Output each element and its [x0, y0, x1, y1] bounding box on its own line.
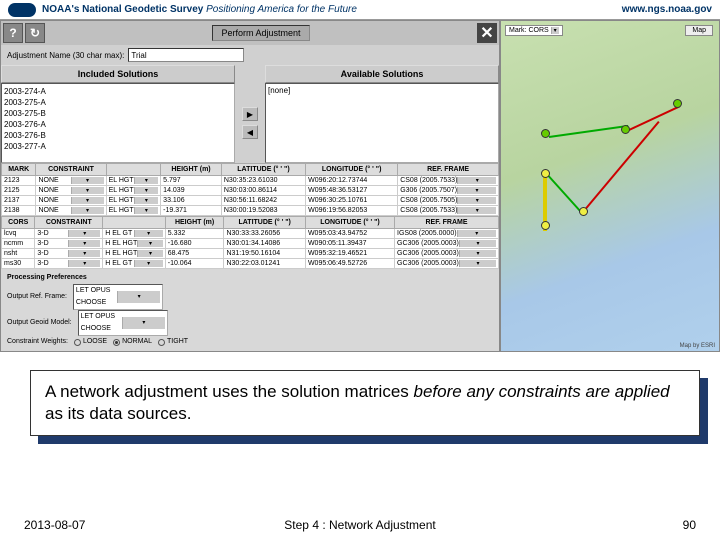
table-row: ncmm3-D▾H EL HGT▾-16.680N30:01:34.14086W… [2, 239, 499, 249]
perform-adjustment-button[interactable]: Perform Adjustment [212, 25, 309, 41]
map-mark-select[interactable]: Mark: CORS▾ [505, 25, 563, 36]
footer-page: 90 [683, 518, 696, 532]
map-marker-icon[interactable] [579, 207, 588, 216]
available-solutions-header: Available Solutions [265, 65, 499, 83]
map-canvas[interactable]: Map by ESRI [501, 21, 719, 351]
prefs-title: Processing Preferences [7, 272, 493, 284]
available-solutions-list[interactable]: [none] [265, 83, 499, 163]
table-row: nsht3-D▾H EL HGT▾68.475N31:19:50.16104W0… [2, 249, 499, 259]
processing-preferences: Processing Preferences Output Ref. Frame… [1, 269, 499, 351]
adj-name-input[interactable] [128, 48, 244, 62]
header-url: www.ngs.noaa.gov [622, 4, 712, 15]
weight-tight-radio[interactable]: TIGHT [158, 336, 188, 348]
output-frame-select[interactable]: LET OPUS CHOOSE▾ [73, 284, 163, 310]
map-marker-icon[interactable] [621, 125, 630, 134]
weight-normal-radio[interactable]: NORMAL [113, 336, 152, 348]
adj-name-label: Adjustment Name (30 char max): [7, 51, 124, 60]
map-marker-icon[interactable] [541, 129, 550, 138]
close-icon[interactable]: ✕ [477, 23, 497, 43]
footer-date: 2013-08-07 [24, 518, 85, 532]
included-solutions-list[interactable]: 2003-274-A 2003-275-A 2003-275-B 2003-27… [1, 83, 235, 163]
cors-table: CORSCONSTRAINTHEIGHT (m)LATITUDE (° ' ")… [1, 216, 499, 269]
marks-table: MARKCONSTRAINTHEIGHT (m)LATITUDE (° ' ")… [1, 163, 499, 216]
table-row: lcvq3-D▾H EL GT▾5.332N30:33:33.26056W095… [2, 229, 499, 239]
adjustment-panel: ? ↻ Perform Adjustment ✕ Adjustment Name… [0, 20, 500, 352]
table-row: 2138NONE▾EL HGT▾-19.371N30:00:19.52083W0… [2, 206, 499, 216]
footer-title: Step 4 : Network Adjustment [284, 518, 435, 532]
map-button[interactable]: Map [685, 25, 713, 36]
slide-footer: 2013-08-07 Step 4 : Network Adjustment 9… [0, 518, 720, 532]
table-row: 2125NONE▾EL HGT▾14.039N30:03:00.86114W09… [2, 186, 499, 196]
table-row: 2137NONE▾EL HGT▾33.106N30:56:11.68242W09… [2, 196, 499, 206]
move-right-icon[interactable]: ▶ [242, 107, 258, 121]
panel-toolbar: ? ↻ Perform Adjustment ✕ [1, 21, 499, 45]
map-marker-icon[interactable] [541, 221, 550, 230]
map-marker-icon[interactable] [541, 169, 550, 178]
map-credit: Map by ESRI [680, 343, 715, 349]
noaa-logo-icon [8, 3, 36, 17]
table-row: 2123NONE▾EL HGT▾5.797N30:35:23.61030W096… [2, 176, 499, 186]
table-row: ms303-D▾H EL GT▾-10.064N30:22:03.01241W0… [2, 259, 499, 269]
caption-box: A network adjustment uses the solution m… [30, 370, 700, 436]
constraint-select[interactable]: NONE▾ [38, 177, 103, 184]
geoid-model-select[interactable]: LET OPUS CHOOSE▾ [78, 310, 168, 336]
page-header: NOAA's National Geodetic Survey Position… [0, 0, 720, 20]
header-title: NOAA's National Geodetic Survey Position… [42, 4, 357, 15]
map-panel: Map by ESRI Mark: CORS▾ Map [500, 20, 720, 352]
weight-loose-radio[interactable]: LOOSE [74, 336, 107, 348]
map-marker-icon[interactable] [673, 99, 682, 108]
help-icon[interactable]: ? [3, 23, 23, 43]
refresh-icon[interactable]: ↻ [25, 23, 45, 43]
move-left-icon[interactable]: ◀ [242, 125, 258, 139]
included-solutions-header: Included Solutions [1, 65, 235, 83]
